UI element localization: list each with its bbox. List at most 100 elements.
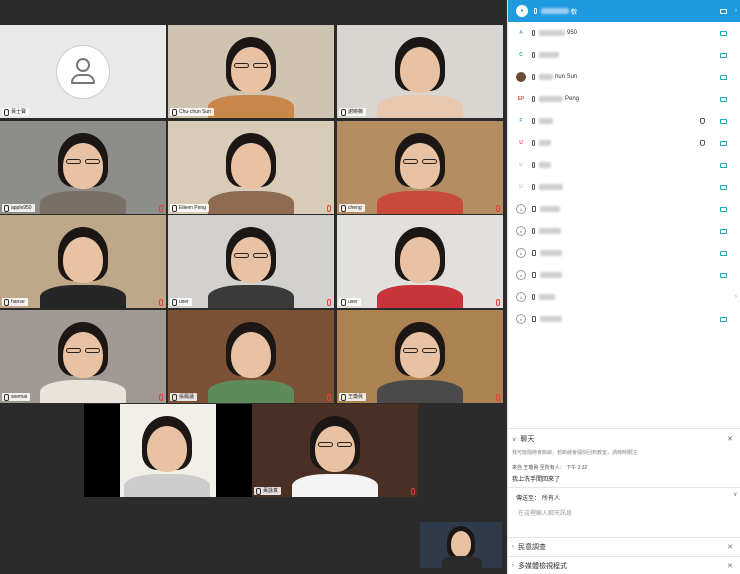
poll-section-header[interactable]: › 民意調查 ✕ <box>508 540 740 554</box>
video-tile[interactable]: apple950 <box>0 121 166 214</box>
participant-row[interactable]: ● <box>508 220 740 242</box>
participant-name: hanse <box>11 299 25 305</box>
expand-arrow-icon[interactable]: › <box>512 563 514 569</box>
default-avatar-icon <box>56 45 110 99</box>
participant-avatar: EP <box>516 94 526 104</box>
video-tile[interactable]: hanse <box>0 215 166 308</box>
chat-section-header[interactable]: ∨ 聊天 ✕ <box>508 432 740 446</box>
participant-row[interactable]: C <box>508 44 740 66</box>
multimedia-section-header[interactable]: › 多媒體檢視程式 ✕ <box>508 559 740 573</box>
camera-icon[interactable] <box>720 316 727 322</box>
participant-row-name: 950 <box>567 30 578 36</box>
camera-icon[interactable] <box>720 8 727 14</box>
person-icon: ● <box>516 314 526 324</box>
divider <box>508 428 740 429</box>
microphone-icon <box>532 74 535 80</box>
muted-mic-icon <box>159 205 163 212</box>
camera-icon[interactable] <box>720 250 727 256</box>
person-face <box>451 531 471 557</box>
camera-icon[interactable] <box>720 30 727 36</box>
microphone-icon <box>532 140 535 146</box>
participant-row[interactable]: U <box>508 176 740 198</box>
participant-row[interactable]: U <box>508 132 740 154</box>
video-tile[interactable]: 王瓊眞 <box>337 310 503 403</box>
microphone-icon <box>341 204 346 212</box>
person-icon: ● <box>516 292 526 302</box>
video-tile[interactable]: seemai <box>0 310 166 403</box>
send-to-select[interactable]: 所有人 <box>542 493 560 502</box>
participant-row[interactable]: ● <box>508 198 740 220</box>
camera-icon[interactable] <box>720 272 727 278</box>
chat-previous-line: 我可能隨時會斷線，若斷線會儘快回到教室，請時時關注 <box>512 450 638 456</box>
camera-icon[interactable] <box>720 96 727 102</box>
person-icon: ● <box>516 204 526 214</box>
video-tile[interactable]: 張鳳蓮 <box>168 310 334 403</box>
microphone-icon <box>172 204 177 212</box>
participant-name: user <box>179 299 189 305</box>
close-multimedia-icon[interactable]: ✕ <box>727 562 733 570</box>
glasses-icon <box>422 159 437 164</box>
video-tile[interactable]: 謝曉薇 <box>337 25 503 118</box>
chevron-right-icon[interactable]: › <box>735 294 737 300</box>
participant-row[interactable]: ● <box>508 308 740 330</box>
participant-avatar: U <box>516 182 526 192</box>
phone-icon <box>532 250 536 256</box>
camera-icon[interactable] <box>720 184 727 190</box>
raise-hand-icon <box>700 140 705 146</box>
close-poll-icon[interactable]: ✕ <box>727 543 733 551</box>
participant-row[interactable]: EP Peng <box>508 88 740 110</box>
microphone-icon <box>532 184 535 190</box>
expand-arrow-icon[interactable]: › <box>512 544 514 550</box>
person-shirt <box>377 285 463 308</box>
person-shirt <box>124 474 210 497</box>
blurred-name <box>539 52 559 58</box>
poll-title: 民意調查 <box>518 544 546 551</box>
self-view-video[interactable] <box>420 522 502 568</box>
divider <box>508 487 740 488</box>
muted-mic-icon <box>159 394 163 401</box>
camera-icon[interactable] <box>720 228 727 234</box>
participant-row[interactable]: ● <box>508 264 740 286</box>
microphone-icon <box>172 108 177 116</box>
video-tile[interactable]: 黃士寶 <box>0 25 166 118</box>
video-tile[interactable]: Chu-chun Sun <box>168 25 334 118</box>
video-tile[interactable]: cheng <box>337 121 503 214</box>
chevron-down-icon[interactable]: ∨ <box>733 491 737 498</box>
camera-icon[interactable] <box>720 206 727 212</box>
participant-row[interactable]: ● 敷 › <box>508 0 740 22</box>
blurred-name <box>539 74 553 80</box>
participant-row[interactable]: hun Sun <box>508 66 740 88</box>
participant-name-tag: apple950 <box>2 204 35 212</box>
collapse-arrow-icon[interactable]: ∨ <box>512 436 516 443</box>
participant-row[interactable]: ● <box>508 242 740 264</box>
participant-row[interactable]: U <box>508 154 740 176</box>
close-chat-icon[interactable]: ✕ <box>727 435 733 443</box>
participant-name-tag: hanse <box>2 298 28 306</box>
participant-avatar: C <box>516 50 526 60</box>
blurred-name <box>541 8 569 14</box>
chat-input[interactable]: 在這裡輸入聊天訊息 <box>518 508 572 517</box>
camera-icon[interactable] <box>720 52 727 58</box>
video-tile[interactable]: user <box>168 215 334 308</box>
blurred-name <box>540 272 562 278</box>
participant-row[interactable]: A 950 <box>508 22 740 44</box>
person-face <box>400 237 440 283</box>
participant-name: 黃士寶 <box>11 109 27 115</box>
avatar-head <box>76 58 90 72</box>
participant-row[interactable]: ● › <box>508 286 740 308</box>
camera-icon[interactable] <box>720 162 727 168</box>
microphone-icon <box>4 393 9 401</box>
video-tile[interactable]: Eileen Peng <box>168 121 334 214</box>
video-letterbox <box>216 404 252 497</box>
participant-row[interactable]: F <box>508 110 740 132</box>
microphone-icon <box>532 162 535 168</box>
camera-icon[interactable] <box>720 118 727 124</box>
video-tile[interactable]: user <box>337 215 503 308</box>
camera-icon[interactable] <box>720 74 727 80</box>
camera-icon[interactable] <box>720 140 727 146</box>
microphone-icon <box>172 298 177 306</box>
participant-row-name: 敷 <box>571 9 578 16</box>
chevron-right-icon[interactable]: › <box>735 8 737 14</box>
person-face <box>400 143 440 189</box>
video-tile[interactable]: 黃詠真 <box>252 404 418 497</box>
